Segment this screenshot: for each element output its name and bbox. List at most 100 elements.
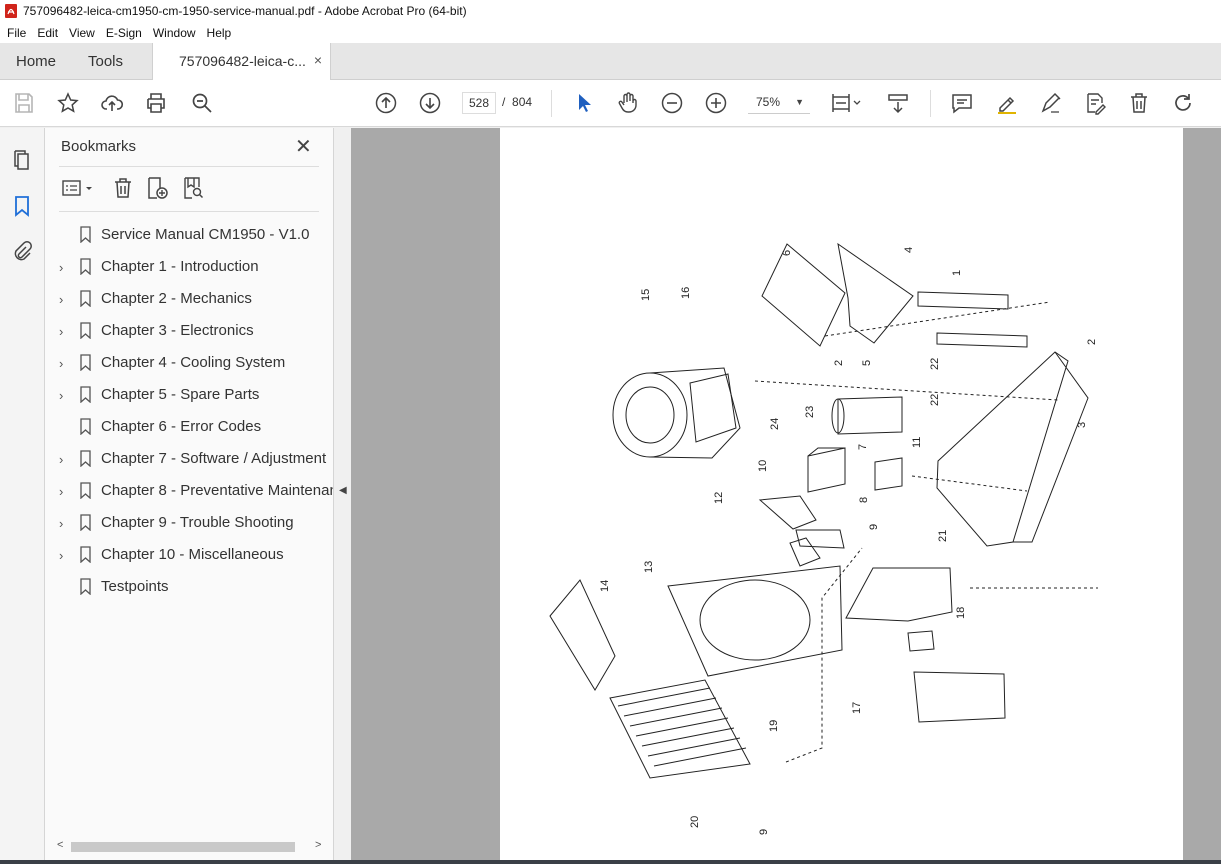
bookmark-item[interactable]: › Chapter 2 - Mechanics	[45, 284, 333, 316]
zoom-out-icon[interactable]	[660, 91, 684, 115]
toolbar-divider	[551, 90, 552, 117]
chevron-right-icon[interactable]: ›	[59, 324, 63, 339]
bookmark-options-icon[interactable]	[61, 176, 97, 200]
bookmark-item[interactable]: › Chapter 8 - Preventative Maintenance	[45, 476, 333, 508]
bookmarks-panel-title: Bookmarks	[61, 138, 137, 155]
delete-bookmark-icon[interactable]	[111, 176, 135, 200]
bookmark-label: Chapter 5 - Spare Parts	[101, 386, 260, 403]
bookmark-item[interactable]: Testpoints	[45, 572, 333, 604]
page-thumbnails-icon[interactable]	[10, 148, 34, 172]
svg-text:22: 22	[929, 394, 941, 406]
svg-text:2: 2	[833, 360, 845, 366]
bookmark-item[interactable]: › Chapter 4 - Cooling System	[45, 348, 333, 380]
scroll-right-arrow[interactable]: >	[315, 839, 321, 851]
zoom-in-icon[interactable]	[704, 91, 728, 115]
tab-tools[interactable]: Tools	[88, 43, 123, 80]
sign-pen-icon[interactable]	[1039, 91, 1063, 115]
bookmark-panel-icon[interactable]	[10, 194, 34, 218]
previous-page-icon[interactable]	[374, 91, 398, 115]
bookmark-label: Chapter 3 - Electronics	[101, 322, 254, 339]
collapse-panel-arrow[interactable]: ◀	[339, 485, 347, 496]
bookmark-item[interactable]: › Chapter 9 - Trouble Shooting	[45, 508, 333, 540]
scrollbar-thumb[interactable]	[71, 842, 295, 852]
part-controller-17	[913, 671, 1006, 723]
chevron-right-icon[interactable]: ›	[59, 260, 63, 275]
part-bar-22	[936, 332, 1028, 348]
svg-text:3: 3	[1076, 422, 1088, 428]
part-bar-1	[917, 291, 1009, 310]
bookmark-label: Chapter 6 - Error Codes	[101, 418, 262, 435]
zoom-level-select[interactable]: 75% ▼	[748, 92, 810, 114]
scroll-left-arrow[interactable]: <	[57, 839, 63, 851]
chevron-right-icon[interactable]: ›	[59, 548, 63, 563]
edit-document-icon[interactable]	[1083, 91, 1107, 115]
cloud-upload-icon[interactable]	[100, 91, 124, 115]
bookmark-label: Chapter 8 - Preventative Maintenance	[101, 482, 333, 499]
svg-text:7: 7	[857, 444, 869, 450]
horizontal-scrollbar[interactable]: < >	[57, 838, 327, 854]
menu-edit[interactable]: Edit	[34, 26, 66, 40]
redo-icon[interactable]	[1171, 91, 1195, 115]
close-panel-icon[interactable]: ✕	[295, 134, 312, 159]
highlight-pen-icon[interactable]	[995, 91, 1019, 115]
acrobat-logo-icon	[5, 4, 17, 18]
chevron-right-icon[interactable]: ›	[59, 388, 63, 403]
document-scroll-area[interactable]	[1183, 128, 1221, 864]
menu-view[interactable]: View	[66, 26, 103, 40]
tab-bar: Home Tools 757096482-leica-c... ×	[0, 43, 1221, 80]
part-bracket-18	[845, 567, 953, 622]
menu-help[interactable]: Help	[204, 26, 240, 40]
attachment-paperclip-icon[interactable]	[10, 240, 34, 264]
search-icon[interactable]	[190, 91, 214, 115]
bookmark-item[interactable]: › Chapter 1 - Introduction	[45, 252, 333, 284]
save-icon[interactable]	[12, 91, 36, 115]
menu-window[interactable]: Window	[150, 26, 204, 40]
part-capacitor-23	[837, 396, 903, 435]
svg-text:14: 14	[599, 580, 611, 592]
part-motor-24	[612, 372, 688, 458]
scroll-mode-icon[interactable]	[886, 91, 910, 115]
bookmark-item[interactable]: › Chapter 3 - Electronics	[45, 316, 333, 348]
hand-tool-icon[interactable]	[616, 91, 640, 115]
bookmark-item[interactable]: Chapter 6 - Error Codes	[45, 412, 333, 444]
print-icon[interactable]	[144, 91, 168, 115]
document-tab-label: 757096482-leica-c...	[179, 53, 306, 69]
left-navigation-rail	[0, 128, 45, 864]
part-plate-4	[837, 242, 914, 344]
panel-splitter[interactable]: ◀	[333, 128, 351, 864]
trash-icon[interactable]	[1127, 91, 1151, 115]
chevron-right-icon[interactable]: ›	[59, 292, 63, 307]
bookmark-item[interactable]: › Chapter 5 - Spare Parts	[45, 380, 333, 412]
svg-text:11: 11	[911, 437, 923, 448]
svg-text:8: 8	[858, 497, 870, 503]
chevron-right-icon[interactable]: ›	[59, 484, 63, 499]
main-toolbar: 528 / 804 75% ▼	[0, 80, 1221, 127]
find-bookmark-icon[interactable]	[181, 176, 205, 200]
new-bookmark-icon[interactable]	[145, 176, 169, 200]
part-relay-10	[807, 447, 846, 493]
svg-text:13: 13	[643, 561, 655, 573]
page-fit-icon[interactable]	[830, 91, 864, 115]
chevron-right-icon[interactable]: ›	[59, 516, 63, 531]
bookmark-item[interactable]: › Chapter 10 - Miscellaneous	[45, 540, 333, 572]
part-bracket-11	[874, 457, 903, 491]
chevron-right-icon[interactable]: ›	[59, 356, 63, 371]
page-number-input[interactable]: 528	[462, 92, 496, 114]
svg-text:6: 6	[781, 250, 793, 256]
svg-text:16: 16	[680, 287, 692, 299]
next-page-icon[interactable]	[418, 91, 442, 115]
chevron-right-icon[interactable]: ›	[59, 452, 63, 467]
bookmark-item[interactable]: Service Manual CM1950 - V1.0	[45, 220, 333, 252]
menu-file[interactable]: File	[4, 26, 34, 40]
select-cursor-icon[interactable]	[572, 91, 596, 115]
tab-home[interactable]: Home	[16, 43, 56, 80]
comment-icon[interactable]	[950, 91, 974, 115]
bookmark-item[interactable]: › Chapter 7 - Software / Adjustment	[45, 444, 333, 476]
document-view[interactable]: 1 2 2 3 4 5 6 7 8 9 9 10 11 12 13 14 15 …	[351, 128, 1221, 864]
part-number-labels: 1 2 2 3 4 5 6 7 8 9 9 10 11 12 13 14 15 …	[599, 247, 1098, 835]
star-icon[interactable]	[56, 91, 80, 115]
bookmark-label: Chapter 4 - Cooling System	[101, 354, 286, 371]
close-tab-icon[interactable]: ×	[314, 52, 322, 68]
tab-document[interactable]: 757096482-leica-c... ×	[152, 43, 331, 80]
menu-esign[interactable]: E-Sign	[103, 26, 150, 40]
